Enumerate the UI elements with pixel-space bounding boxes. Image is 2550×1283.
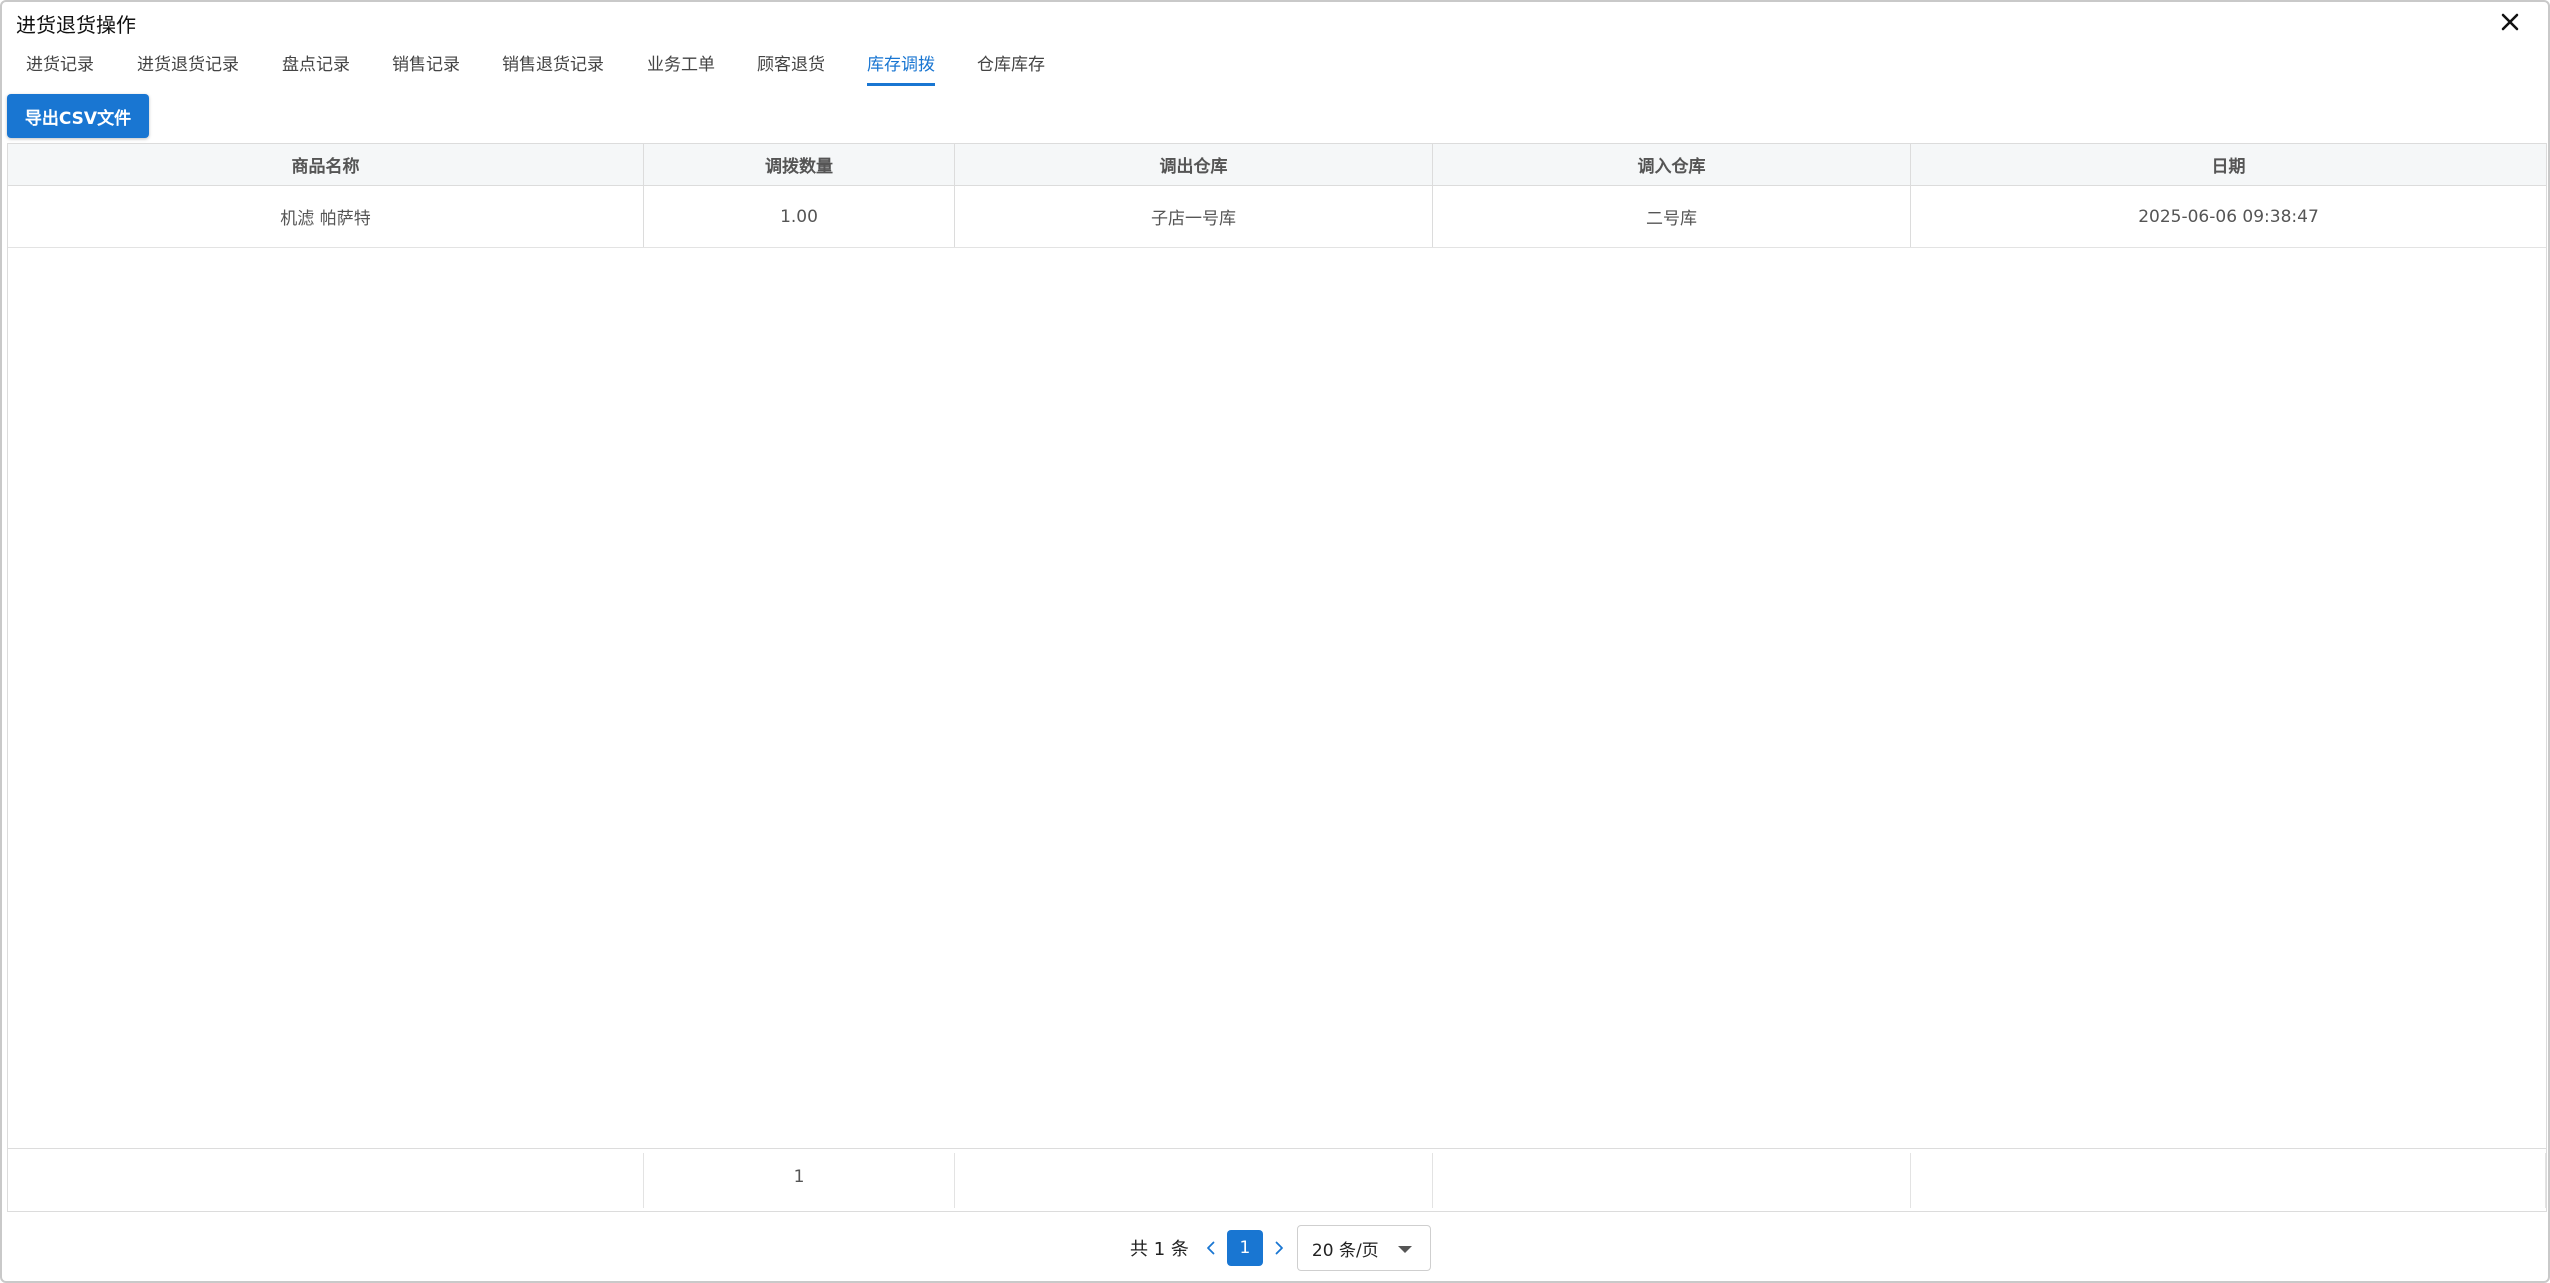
cell-target-warehouse: 二号库 xyxy=(1433,186,1911,247)
summary-transfer-quantity: 1 xyxy=(644,1153,955,1208)
summary-target-warehouse xyxy=(1433,1153,1911,1208)
summary-product-name xyxy=(8,1153,644,1208)
transfer-table: 商品名称 调拨数量 调出仓库 调入仓库 日期 机滤 帕萨特 1.00 子店一号库… xyxy=(7,143,2547,1212)
tab-stocktake-records[interactable]: 盘点记录 xyxy=(282,50,350,83)
pagination: 共 1 条 1 20 条/页 xyxy=(1130,1224,1431,1272)
table-row[interactable]: 机滤 帕萨特 1.00 子店一号库 二号库 2025-06-06 09:38:4… xyxy=(8,186,2546,248)
tab-purchase-records[interactable]: 进货记录 xyxy=(26,50,94,83)
cell-source-warehouse: 子店一号库 xyxy=(955,186,1433,247)
table-summary-row: 1 xyxy=(8,1148,2546,1212)
column-header-source-warehouse[interactable]: 调出仓库 xyxy=(955,144,1433,185)
tab-purchase-return-records[interactable]: 进货退货记录 xyxy=(137,50,239,83)
column-header-product-name[interactable]: 商品名称 xyxy=(8,144,644,185)
tab-stock-transfer[interactable]: 库存调拨 xyxy=(867,50,935,86)
page-number-current[interactable]: 1 xyxy=(1226,1230,1263,1266)
column-header-target-warehouse[interactable]: 调入仓库 xyxy=(1433,144,1911,185)
cell-transfer-quantity: 1.00 xyxy=(644,186,955,247)
tab-customer-returns[interactable]: 顾客退货 xyxy=(757,50,825,83)
dialog-title: 进货退货操作 xyxy=(16,13,136,37)
cell-date: 2025-06-06 09:38:47 xyxy=(2138,206,2319,227)
table-header: 商品名称 调拨数量 调出仓库 调入仓库 日期 xyxy=(8,144,2546,186)
export-csv-button[interactable]: 导出CSV文件 xyxy=(7,94,149,138)
page-size-value: 20 条/页 xyxy=(1311,1240,1379,1261)
pagination-total: 共 1 条 xyxy=(1130,1239,1189,1260)
column-header-date[interactable]: 日期 xyxy=(1911,144,2546,185)
caret-down-icon xyxy=(1397,1246,1412,1253)
tab-warehouse-stock[interactable]: 仓库库存 xyxy=(977,50,1045,83)
page-size-select[interactable]: 20 条/页 xyxy=(1296,1225,1431,1271)
next-page-button[interactable] xyxy=(1267,1230,1291,1266)
prev-page-button[interactable] xyxy=(1199,1230,1223,1266)
dialog: 进货退货操作 进货记录 进货退货记录 盘点记录 销售记录 销售退货记录 业务工单… xyxy=(0,0,2550,1283)
close-icon xyxy=(2501,13,2519,31)
column-header-transfer-quantity[interactable]: 调拨数量 xyxy=(644,144,955,185)
tab-work-orders[interactable]: 业务工单 xyxy=(647,50,715,83)
cell-product-name: 机滤 帕萨特 xyxy=(8,186,644,247)
summary-date xyxy=(1911,1153,2546,1208)
close-button[interactable] xyxy=(2496,8,2524,36)
chevron-right-icon xyxy=(1275,1241,1283,1255)
chevron-left-icon xyxy=(1207,1241,1215,1255)
tab-sales-return-records[interactable]: 销售退货记录 xyxy=(502,50,604,83)
summary-source-warehouse xyxy=(955,1153,1433,1208)
tab-sales-records[interactable]: 销售记录 xyxy=(392,50,460,83)
